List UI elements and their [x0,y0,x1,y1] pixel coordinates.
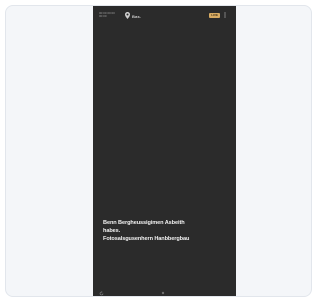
location-pin-icon [125,12,130,19]
caption-line-3: Fotosalsgusenhern Hanbbergbau [103,236,190,242]
status-bar: 00:00 00:00 00:00 Bas. LIVE [93,12,236,24]
preview-card: 00:00 00:00 00:00 Bas. LIVE Benn Bergheu… [5,5,312,297]
more-vertical-icon[interactable] [222,12,228,18]
caption-line-1: Benn Bergheussigimen Asbeith [103,220,185,226]
brand-name: Bas. [132,14,142,19]
live-badge[interactable]: LIVE [209,12,220,18]
dot-indicator-icon [161,291,165,295]
phone-screen: 00:00 00:00 00:00 Bas. LIVE Benn Bergheu… [93,6,236,296]
status-actions: LIVE [209,12,228,18]
story-caption: Benn Bergheussigimen Asbeith habes. Foto… [103,219,227,243]
refresh-icon[interactable] [99,291,104,296]
caption-line-2: habes. [103,228,121,234]
status-meta: 00:00 00:00 00:00 [99,12,123,18]
status-meta-line-2: 00:00 [99,15,107,18]
